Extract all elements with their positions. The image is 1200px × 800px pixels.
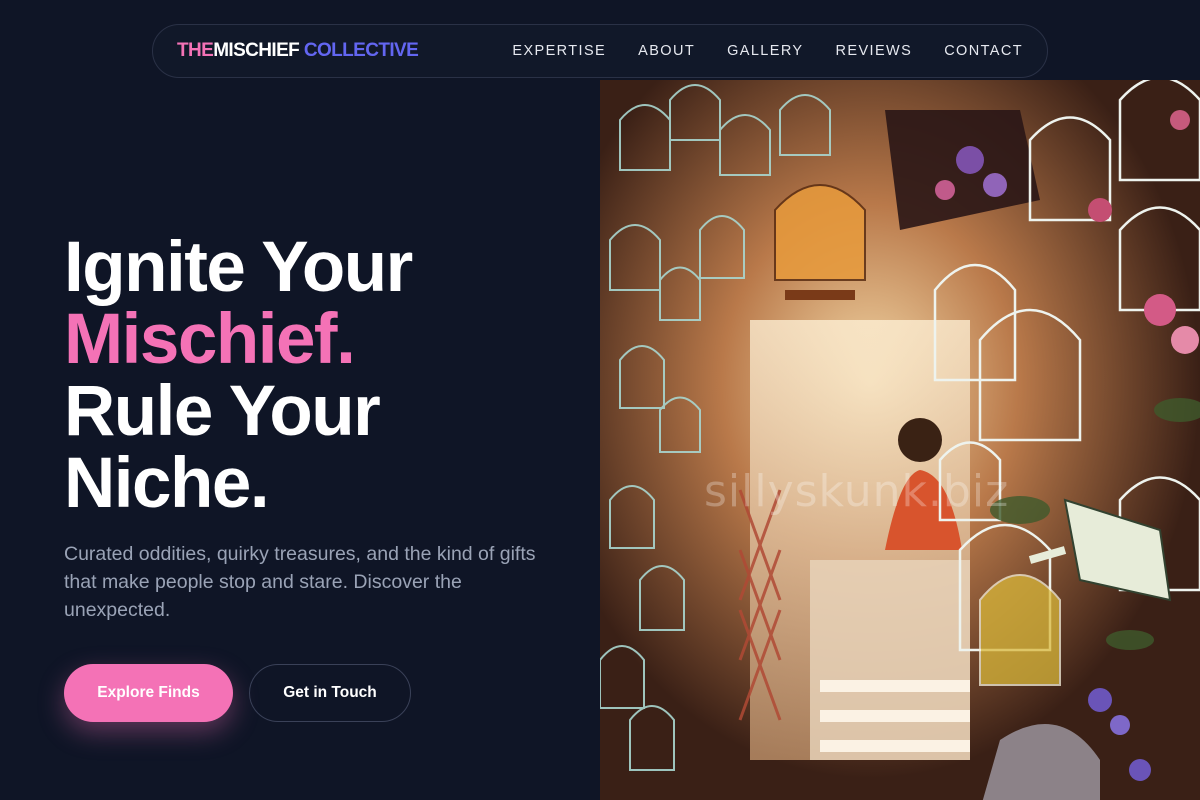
nav-link-about[interactable]: ABOUT [638,43,695,59]
brand-logo-collective: COLLECTIVE [299,40,419,61]
nav-link-reviews[interactable]: REVIEWS [836,43,913,59]
get-in-touch-button[interactable]: Get in Touch [249,664,411,722]
top-navigation: THEMISCHIEF COLLECTIVE EXPERTISE ABOUT G… [152,24,1048,78]
hero-image-birdcage-shop: sillyskunk.biz [600,80,1200,800]
brand-logo[interactable]: THEMISCHIEF COLLECTIVE [177,40,419,62]
brand-logo-the: THE [177,40,214,61]
hero-headline: Ignite Your Mischief. Rule Your Niche. [64,232,564,520]
hero-subtitle: Curated oddities, quirky treasures, and … [64,543,536,621]
nav-link-contact[interactable]: CONTACT [944,43,1023,59]
nav-link-expertise[interactable]: EXPERTISE [512,43,606,59]
headline-line-2: Mischief. [64,300,356,379]
brand-logo-mischief: MISCHIEF [213,40,300,61]
image-watermark: sillyskunk.biz [704,466,1010,517]
hero-cta-group: Explore Finds Get in Touch [64,664,564,722]
landing-page: THEMISCHIEF COLLECTIVE EXPERTISE ABOUT G… [0,0,1200,800]
headline-line-1: Ignite Your [64,228,413,307]
headline-line-4: Niche. [64,444,270,523]
birdcage-shop-illustration [600,80,1200,800]
hero-section: Ignite Your Mischief. Rule Your Niche. C… [64,232,564,722]
explore-finds-button[interactable]: Explore Finds [64,664,233,722]
nav-link-gallery[interactable]: GALLERY [727,43,803,59]
nav-links: EXPERTISE ABOUT GALLERY REVIEWS CONTACT [512,43,1023,59]
headline-line-3: Rule Your [64,372,381,451]
